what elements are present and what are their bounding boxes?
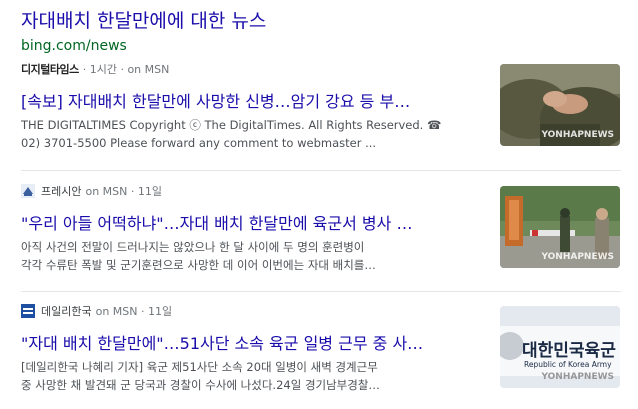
article-snippet: THE DIGITALTIMES Copyright ⓒ The Digital…: [21, 116, 489, 152]
divider: [21, 170, 621, 171]
divider: [21, 291, 621, 292]
article-headline[interactable]: "우리 아들 어떡하냐"…자대 배치 한달만에 육군서 병사 …: [21, 210, 489, 234]
article-meta: 디지털타임스 · 1시간 · on MSN: [21, 60, 169, 78]
publisher-name[interactable]: 데일리한국: [41, 303, 92, 319]
thumbnail-watermark: YONHAPNEWS: [541, 252, 614, 262]
thumbnail-sign-subtext: Republic of Korea Army: [524, 360, 612, 369]
news-section-title[interactable]: 자대배치 한달만에에 대한 뉴스: [21, 6, 266, 33]
article-time: · 1시간 · on MSN: [82, 63, 170, 76]
article-time: on MSN · 11일: [85, 185, 162, 198]
thumbnail-watermark: YONHAPNEWS: [541, 372, 614, 382]
publisher-logo[interactable]: 디지털타임스: [21, 61, 79, 77]
article-meta: 프레시안 on MSN · 11일: [21, 182, 162, 200]
article-meta: 데일리한국 on MSN · 11일: [21, 302, 172, 320]
article-headline[interactable]: "자대 배치 한달만에"…51사단 소속 육군 일병 근무 중 사…: [21, 330, 489, 354]
snippet-line: 02) 3701-5500 Please forward any comment…: [21, 136, 377, 150]
article-thumbnail[interactable]: 대한민국육군 Republic of Korea Army YONHAPNEWS: [500, 306, 620, 388]
thumbnail-watermark: YONHAPNEWS: [541, 130, 614, 140]
news-source-link[interactable]: bing.com/news: [21, 38, 127, 54]
publisher-name[interactable]: 프레시안: [41, 183, 81, 199]
article-snippet: [데일리한국 나혜리 기자] 육군 제51사단 소속 20대 일병이 새벽 경계…: [21, 358, 489, 394]
article-snippet: 아직 사건의 전말이 드러나지는 않았으나 한 달 사이에 두 명의 훈련병이 …: [21, 238, 489, 274]
thumbnail-sign-text: 대한민국육군: [522, 341, 616, 361]
article-thumbnail[interactable]: YONHAPNEWS: [500, 186, 620, 268]
pressian-logo-icon: [21, 184, 35, 198]
snippet-line: [데일리한국 나혜리 기자] 육군 제51사단 소속 20대 일병이 새벽 경계…: [21, 360, 378, 374]
snippet-line: 각각 수류탄 폭발 및 군기훈련으로 사망한 데 이어 이번에는 자대 배치를…: [21, 258, 376, 272]
snippet-line: 아직 사건의 전말이 드러나지는 않았으나 한 달 사이에 두 명의 훈련병이: [21, 240, 365, 254]
article-thumbnail[interactable]: YONHAPNEWS: [500, 64, 620, 146]
snippet-line: THE DIGITALTIMES Copyright ⓒ The Digital…: [21, 118, 442, 132]
article-headline[interactable]: [속보] 자대배치 한달만에 사망한 신병…암기 강요 등 부…: [21, 88, 489, 112]
snippet-line: 중 사망한 채 발견돼 군 당국과 경찰이 수사에 나섰다.24일 경기남부경찰…: [21, 378, 380, 392]
dailyhankook-logo-icon: [21, 304, 35, 318]
article-time: on MSN · 11일: [95, 305, 173, 318]
